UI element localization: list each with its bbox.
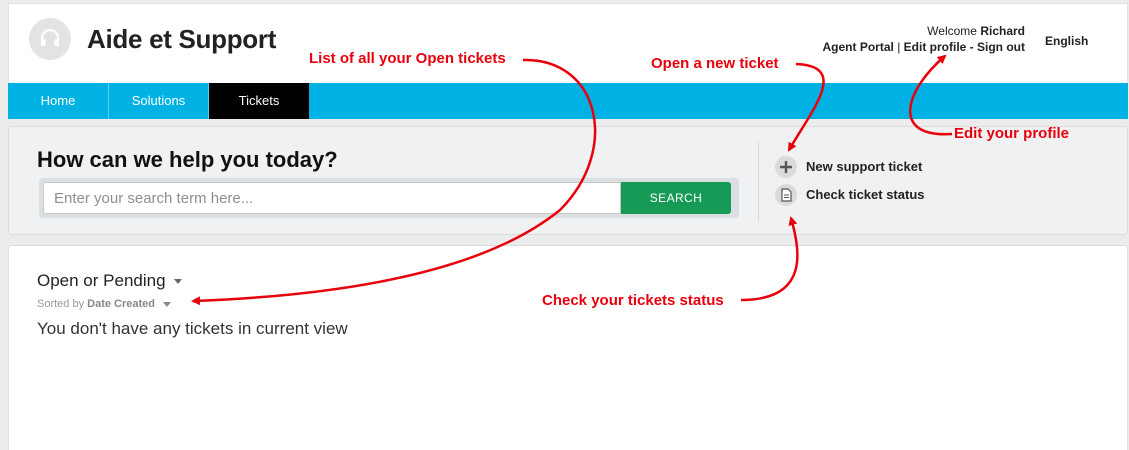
- language-selector[interactable]: English: [1045, 34, 1088, 48]
- new-ticket-link[interactable]: New support ticket: [806, 159, 922, 174]
- annotation-check-status: Check your tickets status: [542, 292, 724, 309]
- panel-divider: [758, 141, 759, 221]
- link-separator: |: [893, 40, 904, 54]
- site-title[interactable]: Aide et Support: [87, 24, 276, 55]
- search-box: SEARCH: [39, 178, 739, 218]
- tab-home[interactable]: Home: [8, 83, 109, 119]
- header: Aide et Support Welcome Richard Agent Po…: [8, 3, 1128, 83]
- agent-portal-link[interactable]: Agent Portal: [823, 40, 894, 54]
- empty-tickets-message: You don't have any tickets in current vi…: [37, 319, 348, 338]
- ticket-filter-label: Open or Pending: [37, 271, 166, 290]
- sign-out-link[interactable]: Sign out: [977, 40, 1025, 54]
- tickets-panel: Open or Pending Sorted by Date Created Y…: [8, 245, 1128, 450]
- edit-profile-link[interactable]: Edit profile: [904, 40, 967, 54]
- check-status-link[interactable]: Check ticket status: [806, 187, 925, 202]
- search-button[interactable]: SEARCH: [621, 182, 731, 214]
- search-input[interactable]: [43, 182, 621, 214]
- account-links: Agent Portal | Edit profile - Sign out: [809, 39, 1025, 55]
- sort-field: Date Created: [87, 298, 155, 310]
- document-icon: [775, 184, 797, 206]
- plus-icon: [775, 156, 797, 178]
- help-heading: How can we help you today?: [37, 147, 338, 172]
- user-name: Richard: [980, 24, 1025, 38]
- link-dash: -: [966, 40, 977, 54]
- welcome-text: Welcome: [927, 24, 981, 38]
- caret-down-icon: [173, 279, 182, 285]
- sorted-by-label: Sorted by: [37, 298, 88, 310]
- annotation-open-tickets: List of all your Open tickets: [309, 50, 506, 67]
- welcome-line: Welcome Richard: [809, 23, 1025, 39]
- user-menu: Welcome Richard Agent Portal | Edit prof…: [809, 23, 1025, 55]
- main-nav: Home Solutions Tickets: [8, 83, 1128, 119]
- ticket-filter-dropdown[interactable]: Open or Pending: [37, 271, 182, 291]
- tab-solutions[interactable]: Solutions: [109, 83, 209, 119]
- headset-icon[interactable]: [29, 18, 71, 60]
- search-panel: How can we help you today? SEARCH New su…: [8, 126, 1128, 235]
- tab-tickets[interactable]: Tickets: [209, 83, 309, 119]
- annotation-new-ticket: Open a new ticket: [651, 55, 779, 72]
- annotation-edit-profile: Edit your profile: [954, 125, 1070, 142]
- caret-down-icon: [163, 301, 171, 307]
- sort-dropdown[interactable]: Sorted by Date Created: [37, 298, 171, 310]
